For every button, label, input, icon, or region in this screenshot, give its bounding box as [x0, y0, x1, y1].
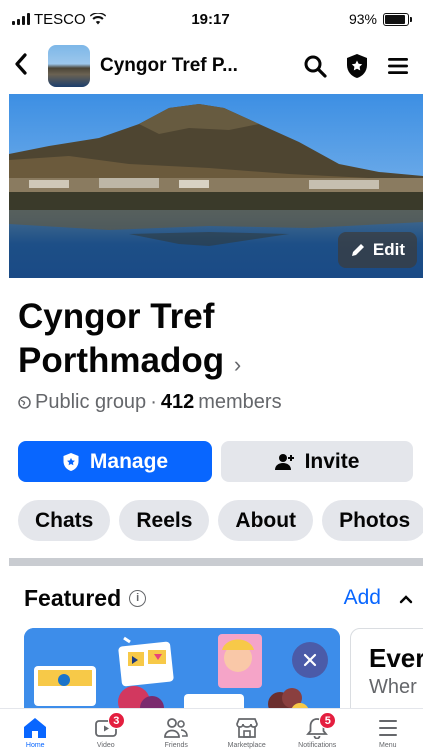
nav-marketplace[interactable]: Marketplace [212, 709, 283, 749]
nav-friends-label: Friends [164, 742, 188, 749]
battery-level [385, 14, 406, 24]
manage-button[interactable]: Manage [18, 441, 212, 482]
nav-menu-label: Menu [378, 742, 397, 749]
menu-button[interactable] [387, 56, 409, 76]
video-badge: 3 [107, 712, 125, 729]
group-meta: Public group · 412 members [18, 391, 282, 414]
edit-cover-button[interactable]: Edit [337, 232, 417, 268]
carrier-name: TESCO [34, 10, 86, 28]
header-title[interactable]: Cyngor Tref P... [100, 55, 303, 77]
tab-about[interactable]: About [218, 500, 314, 541]
nav-marketplace-label: Marketplace [227, 742, 266, 749]
featured-card-illustration[interactable] [24, 628, 340, 720]
meta-separator: · [150, 391, 157, 413]
nav-home[interactable]: Home [0, 709, 71, 749]
invite-label: Invite [304, 449, 360, 473]
members-label[interactable]: members [198, 391, 281, 414]
status-time: 19:17 [191, 10, 230, 28]
status-left: TESCO [12, 11, 142, 28]
notifications-badge: 5 [319, 712, 337, 729]
tab-reels[interactable]: Reels [119, 500, 210, 541]
friends-icon [164, 718, 189, 738]
nav-menu[interactable]: Menu [353, 709, 423, 749]
collapse-chevron-icon[interactable] [399, 588, 413, 609]
menu-icon [378, 720, 397, 736]
group-name-text: Cyngor Tref Porthmadog [18, 297, 225, 380]
signal-icon [12, 13, 30, 25]
featured-add-link[interactable]: Add [344, 586, 381, 610]
bottom-nav: Home 3 Video Friends Marketplace 5 Notif… [0, 708, 423, 749]
search-button[interactable] [303, 54, 327, 78]
cover-photo[interactable]: Edit [9, 94, 423, 278]
group-avatar[interactable] [48, 45, 90, 87]
dismiss-featured-button[interactable] [292, 642, 328, 678]
shield-star-icon [347, 54, 367, 78]
shield-icon [63, 452, 79, 471]
nav-friends[interactable]: Friends [141, 709, 212, 749]
back-button[interactable] [14, 52, 44, 80]
featured-card-title: Ever [369, 643, 423, 673]
marketplace-icon [235, 718, 258, 738]
member-count[interactable]: 412 [161, 391, 194, 414]
featured-illustration-image [24, 628, 340, 720]
tab-chats[interactable]: Chats [18, 500, 111, 541]
chevron-right-icon: › [233, 352, 242, 377]
battery-percent: 93% [348, 11, 377, 27]
battery-icon [383, 12, 412, 26]
header-actions [303, 53, 409, 79]
section-divider [9, 558, 423, 566]
edit-cover-label: Edit [372, 240, 405, 259]
close-icon [303, 653, 317, 667]
globe-icon [18, 396, 31, 409]
info-icon[interactable]: i [129, 589, 147, 607]
status-bar: TESCO 19:17 93% [0, 0, 423, 38]
invite-button[interactable]: Invite [221, 441, 413, 482]
group-header: Cyngor Tref P... [0, 38, 423, 94]
nav-notifications[interactable]: 5 Notifications [282, 709, 353, 749]
featured-card-subtitle: Wher [369, 676, 417, 698]
nav-video-label: Video [96, 742, 115, 749]
nav-video[interactable]: 3 Video [71, 709, 142, 749]
tab-photos[interactable]: Photos [322, 500, 423, 541]
nav-notifications-label: Notifications [298, 742, 337, 749]
back-icon [15, 53, 27, 75]
hamburger-icon [388, 58, 408, 74]
status-right: 93% [279, 11, 412, 27]
featured-card-events[interactable]: Ever Wher [350, 628, 423, 720]
group-name[interactable]: Cyngor Tref Porthmadog › [18, 295, 413, 387]
add-person-icon [274, 453, 294, 470]
featured-title: Featured [24, 584, 122, 611]
admin-tools-button[interactable] [345, 53, 369, 79]
nav-home-label: Home [25, 742, 45, 749]
featured-header: Featured i Add [24, 583, 413, 613]
pencil-icon [351, 244, 364, 256]
group-privacy: Public group [35, 391, 147, 413]
search-icon [304, 55, 327, 78]
manage-label: Manage [89, 449, 169, 473]
home-icon [24, 718, 47, 738]
group-tabs: Chats Reels About Photos [18, 500, 423, 541]
wifi-icon [89, 13, 106, 25]
